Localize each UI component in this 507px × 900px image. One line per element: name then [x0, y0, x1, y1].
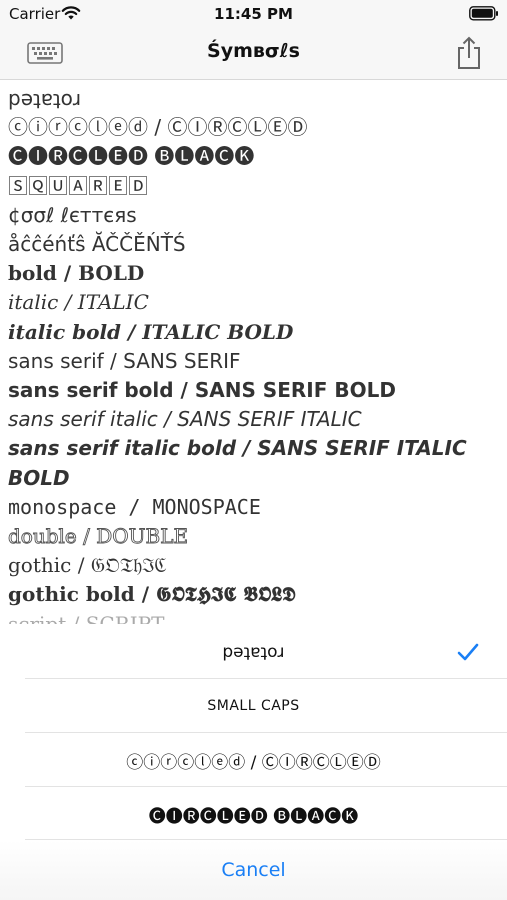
status-time: 11:45 PM [214, 5, 293, 23]
italic-bold-line: italic bold / ITALIC BOLD [8, 319, 294, 344]
share-icon[interactable] [454, 36, 484, 70]
option-circled-black[interactable]: 🅒🅘🅡🅒🅛🅔🅓 🅑🅛🅐🅒🅚 [0, 787, 507, 841]
circled-line: ⓒⓘⓡⓒⓛⓔⓓ / ⒸⒾⓇⒸⓁⒺⒹ [8, 115, 308, 140]
sans-serif-bold-line: sans serif bold / SANS SERIF BOLD [8, 378, 396, 403]
gothic-bold-line: gothic bold / 𝕲𝕺𝕿𝕳𝕴𝕮 𝕭𝕺𝕷𝕯 [8, 582, 296, 607]
navigation-bar: Śymвσℓѕ [0, 28, 507, 80]
option-rotated[interactable]: pǝʇɐʇoɹ [0, 625, 507, 679]
option-circled-black-label: 🅒🅘🅡🅒🅛🅔🅓 🅑🅛🅐🅒🅚 [148, 806, 359, 827]
rotated-line: pǝʇɐʇoɹ [8, 86, 82, 110]
option-small-caps-label: SMALL CAPS [207, 698, 300, 714]
accents-line: åĉĉéńťŝ ĂČČĚŃŤŚ [8, 232, 186, 257]
page-title: Śymвσℓѕ [207, 40, 300, 62]
option-small-caps[interactable]: SMALL CAPS [0, 679, 507, 733]
sans-serif-line: sans serif / SANS SERIF [8, 348, 241, 373]
cancel-button[interactable]: Cancel [0, 840, 507, 900]
sans-serif-italic-bold-line: sans serif italic bold / SANS SERIF ITAL… [8, 436, 467, 461]
double-struck-line: double / DOUBLE [8, 524, 189, 549]
option-rotated-label: pǝʇɐʇoɹ [222, 642, 285, 662]
battery-icon [469, 6, 498, 21]
italic-line: italic / ITALIC [8, 290, 149, 315]
styled-text-preview[interactable]: pǝʇɐʇoɹ ⓒⓘⓡⓒⓛⓔⓓ / ⒸⒾⓇⒸⓁⒺⒹ 🅒🅘🅡🅒🅛🅔🅓 🅑🅛🅐🅒🅚 … [0, 84, 507, 629]
option-circled[interactable]: ⓒⓘⓡⓒⓛⓔⓓ / ⒸⒾⓇⒸⓁⒺⒹ [0, 733, 507, 787]
sans-serif-italic-line: sans serif italic / SANS SERIF ITALIC [8, 407, 362, 432]
circled-black-line: 🅒🅘🅡🅒🅛🅔🅓 🅑🅛🅐🅒🅚 [8, 144, 255, 169]
sans-serif-italic-bold-wrap-line: BOLD [8, 465, 70, 490]
checkmark-icon [457, 643, 479, 661]
gothic-line: gothic / 𝔊𝔒𝔗𝔥ℑℭ [8, 553, 167, 578]
option-circled-label: ⓒⓘⓡⓒⓛⓔⓓ / ⒸⒾⓇⒸⓁⒺⒹ [126, 752, 381, 773]
monospace-line: monospace / MONOSPACE [8, 494, 261, 519]
squared-line: 🅂🅀🅄🄰🅁🄴🄳 [8, 173, 148, 198]
status-bar: Carrier 11:45 PM [0, 0, 507, 28]
bold-line: bold / BOLD [8, 261, 145, 286]
cool-letters-line: ¢σσℓ ℓєттєяѕ [8, 202, 137, 227]
